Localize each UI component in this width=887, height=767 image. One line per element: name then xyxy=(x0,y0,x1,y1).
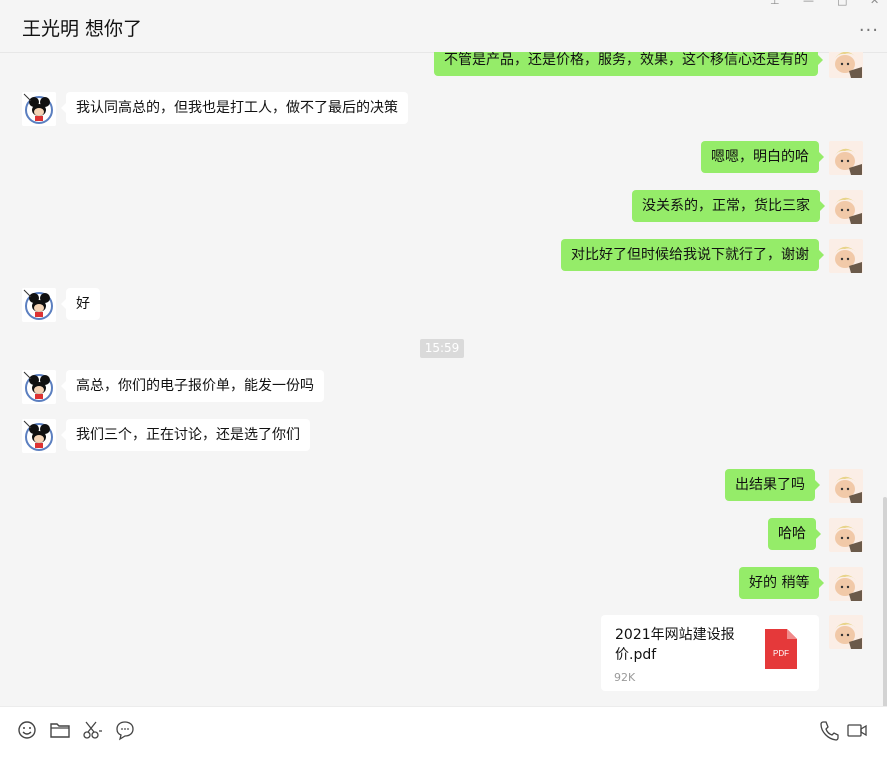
chat-title: 王光明 想你了 xyxy=(22,18,143,40)
pdf-label: PDF xyxy=(773,649,789,658)
my-avatar[interactable] xyxy=(829,518,863,552)
maximize-icon[interactable]: □ xyxy=(837,0,847,7)
message-bubble-outgoing[interactable]: 没关系的，正常，货比三家 xyxy=(632,190,825,222)
message-bubble-incoming[interactable]: 我认同高总的，但我也是打工人，做不了最后的决策 xyxy=(61,92,408,124)
chat-header: 王光明 想你了 ⊥ — □ ✕ ··· xyxy=(0,0,887,53)
contact-avatar[interactable] xyxy=(22,370,56,404)
contact-avatar[interactable] xyxy=(22,419,56,453)
phone-icon[interactable] xyxy=(818,719,840,741)
my-avatar[interactable] xyxy=(829,190,863,224)
chat-bubble-icon[interactable] xyxy=(114,719,136,741)
file-size: 92K xyxy=(614,671,636,684)
message-bubble-outgoing[interactable]: 好的 稍等 xyxy=(739,567,825,599)
pin-icon[interactable]: ⊥ xyxy=(770,0,780,7)
my-avatar[interactable] xyxy=(829,615,863,649)
file-message[interactable]: 2021年网站建设报价.pdf 92K PDF xyxy=(601,615,819,691)
folder-icon[interactable] xyxy=(49,719,71,741)
close-icon[interactable]: ✕ xyxy=(870,0,879,7)
scissors-icon[interactable] xyxy=(82,719,104,741)
my-avatar[interactable] xyxy=(829,52,863,78)
message-bubble-outgoing[interactable]: 对比好了但时候给我说下就行了，谢谢 xyxy=(561,239,824,271)
emoji-icon[interactable] xyxy=(16,719,38,741)
input-toolbar xyxy=(0,706,887,767)
video-icon[interactable] xyxy=(846,719,868,741)
my-avatar[interactable] xyxy=(829,239,863,273)
my-avatar[interactable] xyxy=(829,141,863,175)
scrollbar[interactable] xyxy=(883,497,887,706)
message-timestamp: 15:59 xyxy=(420,339,464,358)
message-bubble-incoming[interactable]: 我们三个，正在讨论，还是选了你们 xyxy=(61,419,310,451)
pdf-file-icon: PDF xyxy=(765,629,797,669)
contact-avatar[interactable] xyxy=(22,288,56,322)
more-options-icon[interactable]: ··· xyxy=(859,20,879,41)
message-bubble-incoming[interactable]: 好 xyxy=(61,288,100,320)
my-avatar[interactable] xyxy=(829,567,863,601)
message-bubble-outgoing[interactable]: 出结果了吗 xyxy=(725,469,820,501)
message-list[interactable]: 不管是产品，还是价格，服务，效果，这个移信心还是有的 我认同高总的，但我也是打工… xyxy=(0,52,887,706)
minimize-icon[interactable]: — xyxy=(803,0,814,7)
message-bubble-outgoing[interactable]: 嗯嗯，明白的哈 xyxy=(701,141,824,173)
contact-avatar[interactable] xyxy=(22,92,56,126)
message-bubble-outgoing[interactable]: 哈哈 xyxy=(768,518,821,550)
message-bubble-incoming[interactable]: 高总，你们的电子报价单，能发一份吗 xyxy=(61,370,324,402)
message-bubble-outgoing[interactable]: 不管是产品，还是价格，服务，效果，这个移信心还是有的 xyxy=(434,52,823,76)
file-name: 2021年网站建设报价.pdf xyxy=(615,627,735,663)
my-avatar[interactable] xyxy=(829,469,863,503)
